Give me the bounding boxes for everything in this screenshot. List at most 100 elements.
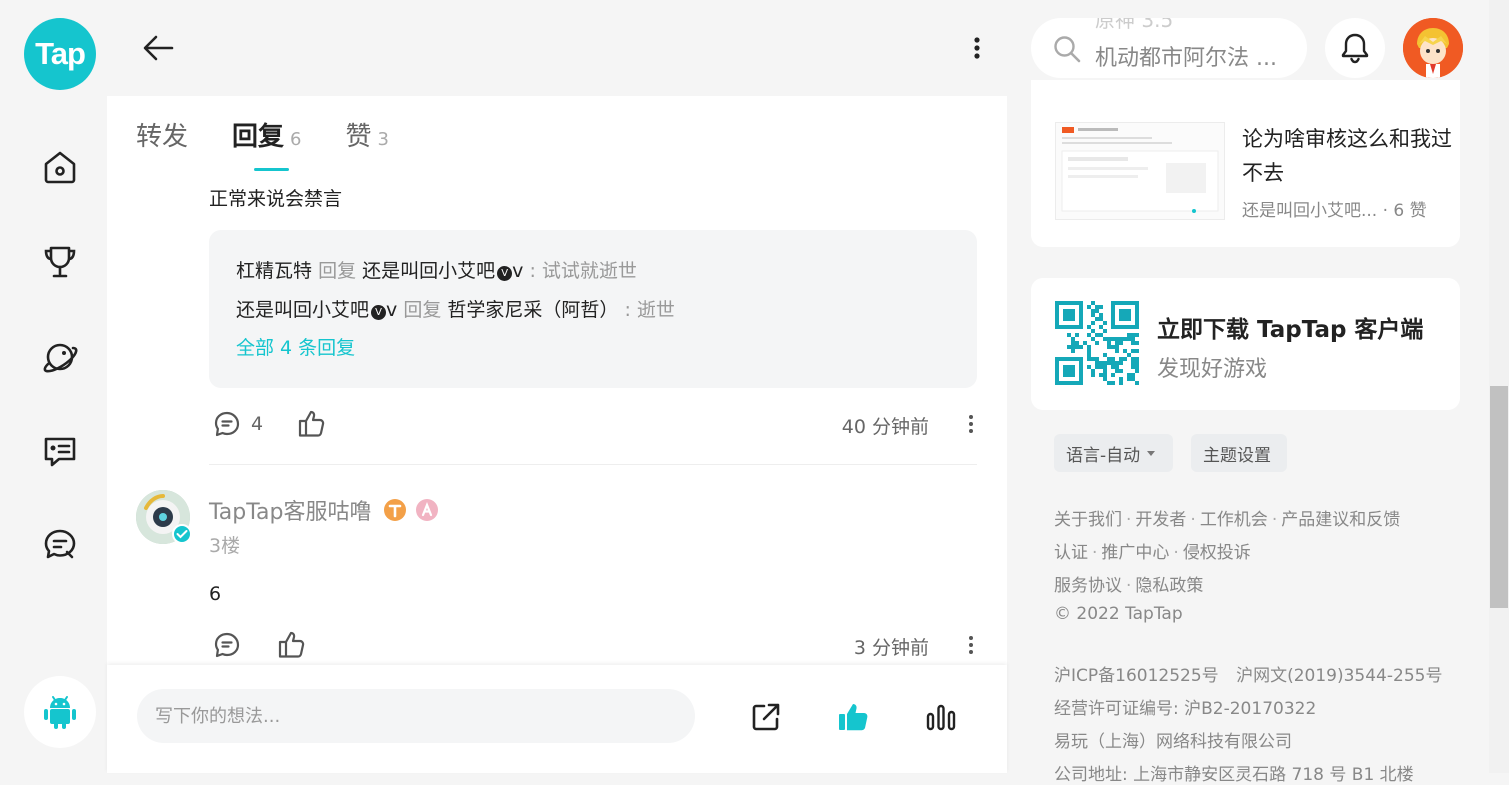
theme-settings-button[interactable]: 主题设置 <box>1191 434 1287 472</box>
search-box[interactable]: 原神 3.5 机动都市阿尔法 ... <box>1031 18 1307 78</box>
sub-reply[interactable]: 杠精瓦特 回复 还是叫回小艾吧 Vv : 试试就逝世 <box>236 256 637 283</box>
more-options-button[interactable] <box>965 30 989 66</box>
official-badge-icon <box>383 499 406 521</box>
footer-feedback[interactable]: 产品建议和反馈 <box>1281 510 1400 530</box>
view-all-replies-link[interactable]: 全部 4 条回复 <box>236 333 355 360</box>
reply-verb: 回复 <box>403 299 442 321</box>
footer-copyright: © 2022 TapTap <box>1054 604 1183 624</box>
footer-culture-license[interactable]: 沪网文(2019)3544-255号 <box>1236 666 1442 686</box>
sub-replies-box: 杠精瓦特 回复 还是叫回小艾吧 Vv : 试试就逝世 还是叫回小艾吧 Vv 回复 哲… <box>209 230 977 388</box>
footer-jobs[interactable]: 工作机会 <box>1200 510 1268 530</box>
arrow-left-icon <box>143 35 174 61</box>
footer-company: 易玩（上海）网络科技有限公司 <box>1054 732 1292 752</box>
tab-label: 赞 <box>345 122 372 152</box>
search-placeholder: 机动都市阿尔法 ... <box>1095 46 1277 71</box>
floor-number: 3楼 <box>209 535 241 557</box>
related-article-card[interactable]: 论为啥审核这么和我过不去 还是叫回小艾吧... · 6 赞 <box>1031 80 1460 247</box>
like-button[interactable] <box>277 629 307 659</box>
download-android-button[interactable] <box>24 676 96 748</box>
avatar-image <box>1403 18 1463 78</box>
bell-icon <box>1341 33 1369 64</box>
footer-about[interactable]: 关于我们 <box>1054 510 1122 530</box>
level-badge-icon <box>415 499 438 521</box>
user-avatar[interactable] <box>1403 18 1463 78</box>
footer-privacy[interactable]: 隐私政策 <box>1135 576 1203 596</box>
reply-actions: 3 分钟前 <box>209 627 977 663</box>
thumbs-up-icon <box>278 631 305 658</box>
reply-username[interactable]: TapTap客服咕噜 <box>209 494 439 526</box>
like-post-button[interactable] <box>834 697 874 737</box>
footer-certification[interactable]: 认证 <box>1054 543 1088 563</box>
reply-time: 3 分钟前 <box>853 637 929 659</box>
notifications-button[interactable] <box>1325 18 1385 78</box>
nav-home[interactable] <box>40 147 80 187</box>
comment-bubble-icon <box>214 411 240 437</box>
back-button[interactable] <box>138 28 178 68</box>
android-icon <box>44 696 76 729</box>
nav-rankings[interactable] <box>40 242 80 282</box>
reply-verb: 回复 <box>318 260 357 282</box>
tab-replies[interactable]: 回复 6 <box>232 116 301 153</box>
stats-button[interactable] <box>922 698 960 736</box>
nav-profile-card[interactable] <box>40 432 80 472</box>
footer-icp[interactable]: 沪ICP备16012525号 <box>1054 666 1219 686</box>
comment-more-button[interactable] <box>965 410 977 438</box>
reply-target[interactable]: 哲学家尼采（阿哲） <box>447 299 618 321</box>
footer-links-2: 认证 · 推广中心 · 侵权投诉 <box>1054 543 1251 563</box>
article-title[interactable]: 论为啥审核这么和我过不去 <box>1242 122 1452 190</box>
reply-more-button[interactable] <box>965 631 977 659</box>
verified-badge-icon: V <box>497 266 513 281</box>
tab-label: 回复 <box>232 122 285 152</box>
caret-down-icon <box>1147 451 1156 456</box>
footer-registration: 沪ICP备16012525号 沪网文(2019)3544-255号 <box>1054 661 1442 686</box>
thumbs-up-icon <box>298 410 325 437</box>
reply-tabs: 转发 回复 6 赞3 <box>136 116 433 156</box>
nav-discover[interactable] <box>40 337 80 377</box>
footer-promotion[interactable]: 推广中心 <box>1101 543 1169 563</box>
reply-body: : 逝世 <box>624 299 675 321</box>
comment-actions: 4 40 分钟前 <box>209 406 977 442</box>
taptap-logo[interactable]: Tap <box>24 18 96 90</box>
active-tab-indicator <box>254 168 289 171</box>
tab-count: 3 <box>377 129 389 150</box>
download-title: 立即下载 TapTap 客户端 <box>1157 317 1424 343</box>
footer-links-3: 服务协议 · 隐私政策 <box>1054 576 1204 596</box>
footer-terms[interactable]: 服务协议 <box>1054 576 1122 596</box>
article-meta: 还是叫回小艾吧... · 6 赞 <box>1242 196 1427 221</box>
planet-icon <box>43 343 78 373</box>
footer-infringement[interactable]: 侵权投诉 <box>1183 543 1251 563</box>
tab-likes[interactable]: 赞3 <box>345 116 388 153</box>
search-icon <box>1054 36 1081 63</box>
like-button[interactable] <box>297 408 327 438</box>
qr-code-image <box>1055 301 1139 385</box>
footer-developers[interactable]: 开发者 <box>1135 510 1186 530</box>
language-select[interactable]: 语言-自动 <box>1054 434 1173 472</box>
vertical-dots-icon <box>969 636 973 654</box>
composer-bar <box>107 665 1007 773</box>
download-app-card[interactable]: 立即下载 TapTap 客户端 发现好游戏 <box>1031 278 1460 410</box>
reply-author[interactable]: 杠精瓦特 <box>236 260 312 282</box>
footer-license: 经营许可证编号: 沪B2-20170322 <box>1054 699 1317 719</box>
reply-target[interactable]: 还是叫回小艾吧 Vv <box>362 260 523 282</box>
footer-links-1: 关于我们 · 开发者 · 工作机会 · 产品建议和反馈 <box>1054 510 1401 530</box>
screenshot-thumbnail-image <box>1056 123 1224 219</box>
share-button[interactable] <box>747 698 785 736</box>
scrollbar-thumb[interactable] <box>1490 386 1508 608</box>
comment-time: 40 分钟前 <box>841 416 929 438</box>
comment-input[interactable] <box>137 689 695 743</box>
article-author: 还是叫回小艾吧... <box>1242 201 1378 221</box>
search-rotating-hint: 原神 3.5 <box>1095 18 1174 32</box>
nav-messages[interactable] <box>40 525 80 565</box>
tab-reposts[interactable]: 转发 <box>136 116 188 153</box>
chat-icon <box>44 529 76 559</box>
reply-avatar[interactable] <box>136 490 192 544</box>
reply-button[interactable] <box>213 631 241 659</box>
download-subtitle: 发现好游戏 <box>1157 357 1268 382</box>
reply-button[interactable]: 4 <box>213 410 263 438</box>
reply-author[interactable]: 还是叫回小艾吧 Vv <box>236 299 397 321</box>
sub-reply[interactable]: 还是叫回小艾吧 Vv 回复 哲学家尼采（阿哲） : 逝世 <box>236 295 675 322</box>
reply-body: : 试试就逝世 <box>529 260 637 282</box>
article-likes: · 6 赞 <box>1382 201 1427 221</box>
divider <box>209 464 977 465</box>
reply-count: 4 <box>251 413 264 435</box>
